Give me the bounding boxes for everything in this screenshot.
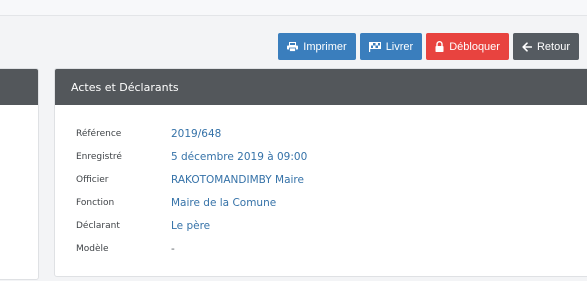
back-button-label: Retour [536, 40, 570, 53]
detail-row-registered: Enregistré 5 décembre 2019 à 09:00 [55, 145, 587, 168]
back-button[interactable]: Retour [512, 33, 579, 60]
detail-row-declarant: Déclarant Le père [55, 214, 587, 237]
detail-label: Enregistré [76, 151, 122, 162]
detail-label: Officier [76, 174, 109, 185]
print-button-label: Imprimer [303, 40, 347, 53]
flag-checkered-icon [368, 41, 381, 52]
detail-row-officer: Officier RAKOTOMANDIMBY Maire [55, 168, 587, 191]
detail-row-reference: Référence 2019/648 [55, 122, 587, 145]
top-bar [0, 0, 587, 16]
deliver-button-label: Livrer [385, 40, 414, 53]
detail-value: RAKOTOMANDIMBY Maire [171, 173, 304, 186]
detail-value: 2019/648 [171, 127, 222, 140]
panel-title: Actes et Déclarants [71, 80, 179, 94]
detail-row-function: Fonction Maire de la Comune [55, 191, 587, 214]
detail-label: Référence [76, 128, 122, 139]
arrow-left-icon [522, 41, 532, 52]
action-toolbar: Imprimer Livrer Débloquer Retour [278, 33, 579, 60]
detail-value: 5 décembre 2019 à 09:00 [171, 150, 308, 163]
detail-list: Référence 2019/648 Enregistré 5 décembre… [55, 105, 587, 260]
detail-label: Fonction [76, 197, 115, 208]
detail-value: Maire de la Comune [171, 196, 277, 209]
detail-label: Modèle [76, 243, 109, 254]
unlock-button-label: Débloquer [449, 40, 500, 53]
left-panel [0, 68, 39, 280]
detail-label: Déclarant [76, 220, 120, 231]
detail-value: - [171, 242, 175, 255]
detail-value: Le père [171, 219, 211, 232]
left-panel-header [0, 69, 38, 105]
lock-icon [435, 41, 444, 52]
unlock-button[interactable]: Débloquer [426, 33, 509, 60]
print-button[interactable]: Imprimer [278, 33, 356, 60]
acts-declarants-panel: Actes et Déclarants Référence 2019/648 E… [54, 68, 587, 277]
panel-header: Actes et Déclarants [55, 69, 587, 105]
deliver-button[interactable]: Livrer [359, 33, 423, 60]
print-icon [287, 41, 299, 52]
detail-row-model: Modèle - [55, 237, 587, 260]
